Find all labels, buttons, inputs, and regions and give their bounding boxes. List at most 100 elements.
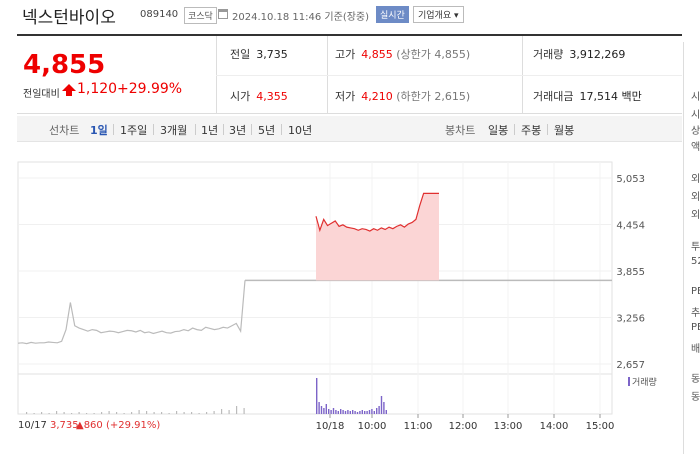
chart-border bbox=[17, 161, 613, 415]
volume-legend-marker bbox=[628, 377, 630, 386]
stock-name: 넥스턴바이오 bbox=[22, 8, 116, 28]
volume-bar bbox=[236, 406, 238, 414]
volume-bar bbox=[320, 406, 323, 414]
volume-bar bbox=[41, 412, 43, 414]
volume-bar bbox=[344, 411, 347, 414]
period-10y-button[interactable]: 10년 bbox=[288, 122, 312, 138]
side-text: 외 bbox=[691, 210, 700, 221]
candle-weekly-button[interactable]: 주봉 bbox=[521, 122, 541, 138]
toolbar-separator bbox=[195, 124, 196, 135]
side-text: PE bbox=[691, 286, 700, 297]
footer-date: 10/17 bbox=[18, 420, 47, 431]
stat-amount: 거래대금 17,514 백만 bbox=[533, 90, 642, 103]
volume-bar bbox=[138, 410, 140, 414]
side-text: 시 bbox=[691, 92, 700, 103]
volume-bar bbox=[26, 412, 28, 414]
volume-bar bbox=[161, 412, 163, 414]
period-5y-button[interactable]: 5년 bbox=[258, 122, 275, 138]
toolbar-separator bbox=[223, 124, 224, 135]
up-arrow-icon bbox=[62, 84, 76, 96]
volume-bar bbox=[146, 411, 148, 414]
period-3m-button[interactable]: 3개월 bbox=[160, 122, 187, 138]
change-value: 1,120 bbox=[77, 81, 118, 97]
volume-bar bbox=[183, 412, 185, 414]
company-info-label: 기업개요 bbox=[418, 11, 452, 21]
volume-bar bbox=[33, 413, 35, 414]
period-1d-button[interactable]: 1일 bbox=[90, 122, 108, 138]
volume-bar bbox=[376, 408, 378, 414]
volume-bar bbox=[168, 413, 170, 414]
realtime-button[interactable]: 실시간 bbox=[376, 6, 409, 23]
volume-bar bbox=[368, 410, 371, 414]
volume-bar bbox=[78, 412, 80, 414]
volume-bar bbox=[116, 412, 118, 414]
stock-header: 넥스턴바이오 089140 코스닥 2024.10.18 11:46 기준(장중… bbox=[0, 0, 700, 30]
volume-bar bbox=[213, 411, 215, 414]
period-3y-button[interactable]: 3년 bbox=[229, 122, 246, 138]
volume-bar bbox=[356, 412, 359, 414]
volume-legend: 거래량 bbox=[632, 376, 657, 388]
volume-bar bbox=[335, 410, 337, 414]
x-tick-label: 15:00 bbox=[586, 421, 615, 432]
period-1y-button[interactable]: 1년 bbox=[201, 122, 218, 138]
footer-change: ▲860 bbox=[76, 420, 103, 431]
candle-chart-label: 봉차트 bbox=[445, 124, 476, 137]
volume-bar bbox=[359, 411, 361, 414]
candle-daily-button[interactable]: 일봉 bbox=[488, 122, 508, 138]
market-badge: 코스닥 bbox=[184, 7, 217, 24]
y-tick-label: 5,053 bbox=[616, 174, 645, 185]
x-tick-label: 14:00 bbox=[540, 421, 569, 432]
volume-bar bbox=[347, 410, 349, 414]
volume-bar bbox=[380, 396, 383, 414]
volume-bar bbox=[378, 406, 380, 414]
toolbar-separator bbox=[153, 124, 154, 135]
candle-monthly-button[interactable]: 월봉 bbox=[554, 122, 574, 138]
change-percent: +29.99% bbox=[117, 81, 183, 97]
chart-toolbar: 선차트 1일 1주일 3개월 1년 3년 5년 10년 봉차트 일봉 주봉 월봉 bbox=[17, 116, 682, 142]
volume-bar bbox=[228, 410, 230, 414]
volume-bar bbox=[123, 413, 125, 414]
current-price: 4,855 bbox=[23, 50, 106, 80]
volume-bar bbox=[371, 409, 373, 414]
today-series bbox=[315, 192, 439, 281]
volume-bar bbox=[48, 413, 50, 414]
company-info-dropdown[interactable]: 기업개요 ▾ bbox=[413, 6, 464, 23]
period-1w-button[interactable]: 1주일 bbox=[120, 122, 147, 138]
volume-bar bbox=[63, 412, 65, 414]
line-chart-label: 선차트 bbox=[49, 124, 80, 137]
prev-day-series bbox=[17, 279, 612, 345]
volume-bar bbox=[86, 413, 88, 414]
stat-prev-close: 전일 3,735 bbox=[230, 48, 288, 61]
price-panel: 4,855 전일대비 1,120 +29.99% 전일 3,735 시가 4,355… bbox=[17, 36, 682, 114]
x-axis-ticks: 10/18 10:00 11:00 12:00 13:00 14:00 15:00 bbox=[316, 414, 615, 432]
toolbar-separator bbox=[251, 124, 252, 135]
stat-open: 시가 4,355 bbox=[230, 90, 288, 103]
volume-bar bbox=[330, 410, 332, 414]
volume-bar bbox=[243, 408, 245, 414]
y-tick-label: 2,657 bbox=[616, 360, 645, 371]
volume-bar bbox=[221, 409, 223, 414]
volume-bar bbox=[342, 410, 344, 414]
volume-bar bbox=[354, 411, 356, 414]
side-text: 시 bbox=[691, 110, 700, 121]
volume-bar bbox=[366, 411, 368, 414]
volume-bar bbox=[318, 402, 320, 414]
side-text: 액 bbox=[691, 142, 700, 153]
volume-bars bbox=[26, 378, 387, 414]
side-text: 추 bbox=[691, 308, 700, 319]
volume-bar bbox=[101, 412, 103, 414]
x-tick-label: 10:00 bbox=[358, 421, 387, 432]
volume-bar bbox=[349, 411, 351, 414]
volume-bar bbox=[323, 408, 325, 414]
stock-code: 089140 bbox=[140, 9, 179, 20]
today-area bbox=[316, 193, 439, 281]
side-text: 상 bbox=[691, 126, 700, 137]
stock-price-chart: 5,053 4,454 3,855 3,256 2,657 10/18 10:00 11:0… bbox=[17, 161, 657, 432]
volume-bar bbox=[176, 411, 178, 414]
side-text: 외 bbox=[691, 174, 700, 185]
toolbar-separator bbox=[113, 124, 114, 135]
y-tick-label: 4,454 bbox=[616, 221, 645, 232]
volume-bar bbox=[108, 411, 110, 414]
volume-bar bbox=[361, 410, 363, 414]
y-tick-label: 3,855 bbox=[616, 267, 645, 278]
